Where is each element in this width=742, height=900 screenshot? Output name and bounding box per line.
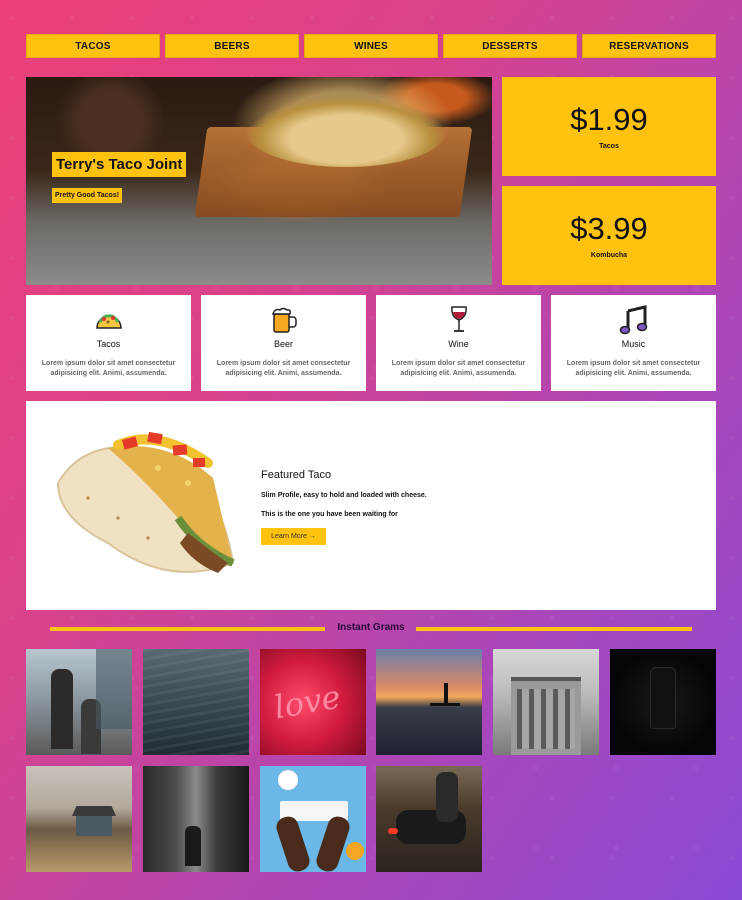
- gram-photo-building[interactable]: [493, 649, 599, 755]
- instant-grams-divider: Instant Grams: [50, 622, 692, 636]
- hero-photo-tacos: [246, 97, 446, 167]
- featured-description: Slim Profile, easy to hold and loaded wi…: [261, 492, 427, 499]
- gram-photo-alley[interactable]: [143, 766, 249, 872]
- featured-taco-section: Featured Taco Slim Profile, easy to hold…: [26, 401, 716, 610]
- hero-banner: Terry's Taco Joint Pretty Good Tacos!: [26, 77, 492, 285]
- gram-photo-paddleboard[interactable]: [376, 649, 482, 755]
- nav-wines-link[interactable]: WINES: [304, 34, 438, 58]
- feature-cards: Tacos Lorem ipsum dolor sit amet consect…: [26, 295, 716, 391]
- featured-taco-image: [56, 431, 235, 573]
- music-notes-icon: [619, 305, 649, 335]
- card-beer: Beer Lorem ipsum dolor sit amet consecte…: [201, 295, 366, 391]
- card-text: Lorem ipsum dolor sit amet consectetur a…: [41, 360, 176, 378]
- nav-reservations-link[interactable]: RESERVATIONS: [582, 34, 716, 58]
- card-wine: Wine Lorem ipsum dolor sit amet consecte…: [376, 295, 541, 391]
- gram-photo-ocean[interactable]: [143, 649, 249, 755]
- card-title: Tacos: [96, 339, 121, 349]
- wine-glass-icon: [448, 305, 470, 335]
- nav-desserts-link[interactable]: DESSERTS: [443, 34, 577, 58]
- learn-more-button[interactable]: Learn More →: [261, 528, 326, 545]
- price-amount: $1.99: [570, 101, 648, 137]
- price-label: Tacos: [599, 142, 619, 150]
- price-label: Kombucha: [590, 251, 628, 259]
- gram-photo-motorcycle[interactable]: [376, 766, 482, 872]
- beer-mug-icon: [269, 305, 299, 335]
- gram-photo-keyboard[interactable]: [260, 766, 366, 872]
- card-title: Wine: [448, 339, 469, 349]
- instant-grams-heading: Instant Grams: [337, 622, 405, 633]
- card-tacos: Tacos Lorem ipsum dolor sit amet consect…: [26, 295, 191, 391]
- nav-tacos-link[interactable]: TACOS: [26, 34, 160, 58]
- gram-photo-bottle[interactable]: [610, 649, 716, 755]
- card-title: Music: [621, 339, 646, 349]
- hero-title: Terry's Taco Joint: [52, 152, 187, 177]
- featured-title: Featured Taco: [261, 469, 332, 481]
- card-text: Lorem ipsum dolor sit amet consectetur a…: [391, 360, 526, 378]
- hero-subtitle: Pretty Good Tacos!: [52, 188, 123, 203]
- nav-beers-link[interactable]: BEERS: [165, 34, 299, 58]
- price-box-kombucha: $3.99 Kombucha: [502, 186, 716, 285]
- taco-icon: [94, 305, 124, 335]
- gram-photo-couple-street[interactable]: [26, 649, 132, 755]
- price-amount: $3.99: [570, 210, 648, 246]
- card-text: Lorem ipsum dolor sit amet consectetur a…: [566, 360, 701, 378]
- gram-photo-love[interactable]: love: [260, 649, 366, 755]
- gram-photo-cabin[interactable]: [26, 766, 132, 872]
- main-nav: TACOS BEERS WINES DESSERTS RESERVATIONS: [26, 34, 716, 58]
- card-music: Music Lorem ipsum dolor sit amet consect…: [551, 295, 716, 391]
- featured-tagline: This is the one you have been waiting fo…: [261, 511, 398, 518]
- price-box-tacos: $1.99 Tacos: [502, 77, 716, 176]
- card-title: Beer: [273, 339, 293, 349]
- card-text: Lorem ipsum dolor sit amet consectetur a…: [216, 360, 351, 378]
